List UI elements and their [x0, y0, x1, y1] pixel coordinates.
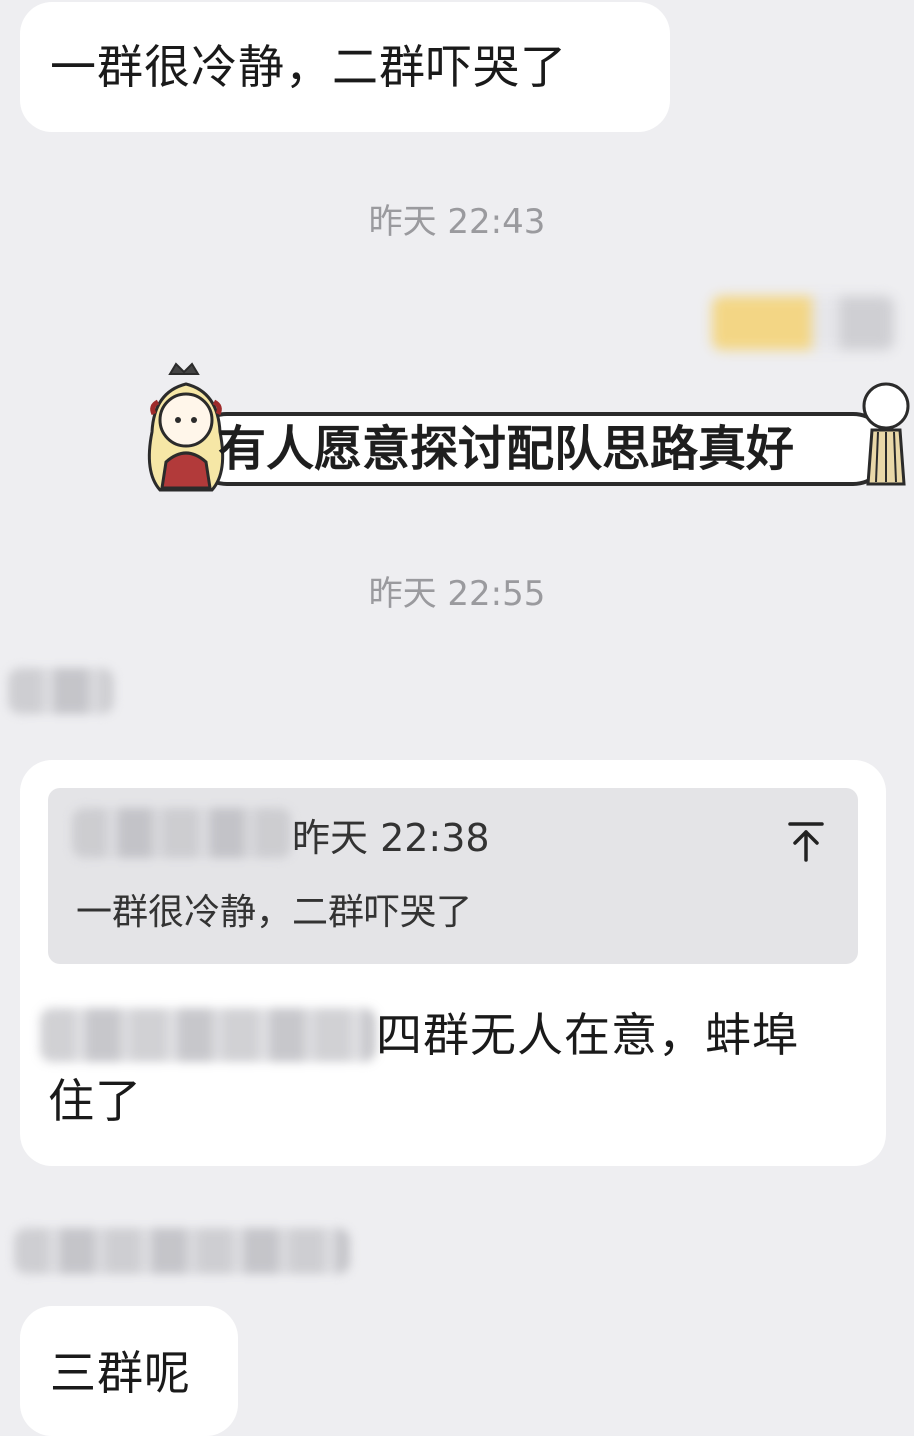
message-text-continued: 住了	[48, 1074, 142, 1128]
quoted-sender-redacted	[72, 808, 292, 858]
sender-name-redacted	[712, 296, 894, 350]
mention-redacted	[40, 1008, 376, 1062]
quoted-time: 昨天 22:38	[292, 816, 490, 860]
message-bubble[interactable]: 三群呢	[20, 1306, 238, 1436]
message-text: 三群呢	[50, 1346, 191, 1400]
message-text: 四群无人在意，蚌埠	[376, 1008, 799, 1062]
arrow-up-to-top-icon[interactable]	[786, 820, 826, 864]
sender-name-redacted	[8, 668, 114, 714]
timestamp: 昨天 22:55	[368, 574, 546, 614]
sender-name-redacted	[14, 1228, 350, 1274]
message-text: 一群很冷静，二群吓哭了	[50, 40, 567, 94]
quoted-text: 一群很冷静，二群吓哭了	[76, 892, 473, 933]
sticker-text: 有人愿意探讨配队思路真好	[218, 421, 795, 477]
message-bubble[interactable]: 一群很冷静，二群吓哭了	[20, 2, 670, 132]
timestamp: 昨天 22:43	[368, 202, 546, 242]
